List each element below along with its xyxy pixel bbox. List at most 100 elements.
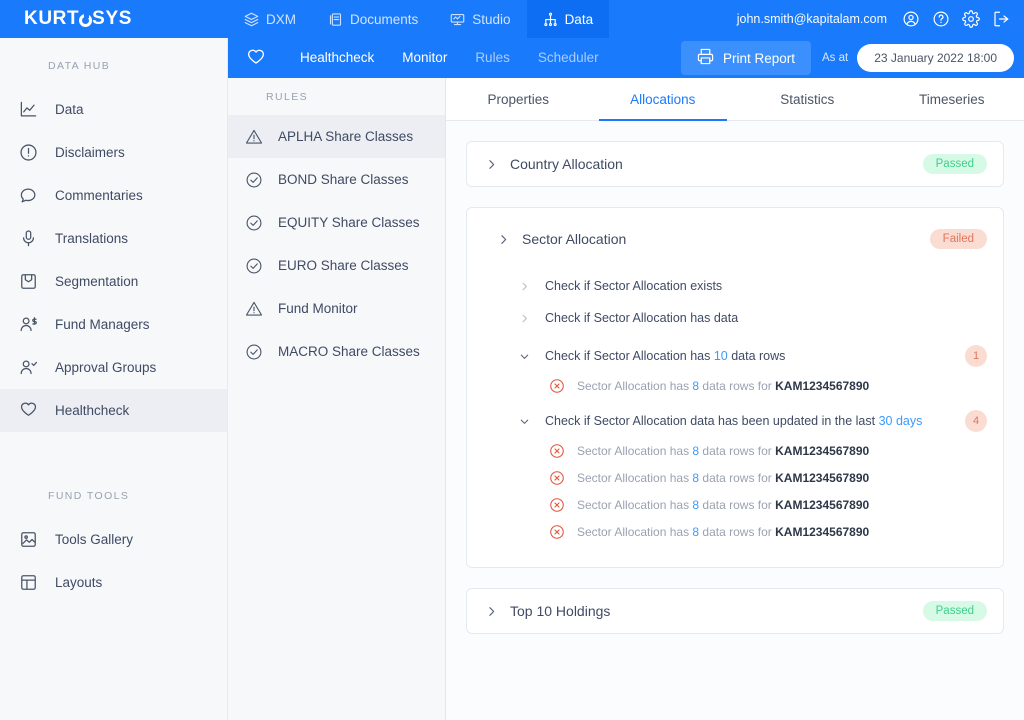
tab-statistics[interactable]: Statistics [735,78,880,120]
topnav-item-dxm[interactable]: DXM [228,0,312,38]
detail-mid: data rows for [699,497,776,512]
check-label-exists: Check if Sector Allocation exists [545,279,723,293]
sub-navigation-bar: Healthcheck Monitor Rules Scheduler Prin… [228,38,1024,78]
rule-item-fund-monitor[interactable]: Fund Monitor [228,287,445,330]
detail-prefix: Sector Allocation has [577,378,693,393]
tab-properties[interactable]: Properties [446,78,591,120]
sidebar-label-fund-managers: Fund Managers [55,317,150,332]
topnav-label-documents: Documents [350,11,419,27]
sidebar-divider [0,432,227,468]
detail-mid: data rows for [699,443,776,458]
sidebar-item-data[interactable]: Data [0,88,227,131]
sidebar-label-segmentation: Segmentation [55,274,139,289]
settings-icon[interactable] [961,9,981,29]
check-count-badge-updated-last: 4 [965,410,987,432]
detail-text: Sector Allocation has 8 data rows for KA… [577,498,869,512]
chevron-right-icon [517,313,531,324]
info-circle-icon [17,142,39,164]
check-label-data-rows-suffix: data rows [727,349,786,363]
sector-allocation-header[interactable]: Sector Allocation Failed [467,208,1003,270]
rule-item-euro-share-classes[interactable]: EURO Share Classes [228,244,445,287]
inbox-icon [17,271,39,293]
country-allocation-card: Country Allocation Passed [466,141,1004,187]
sidebar-item-commentaries[interactable]: Commentaries [0,174,227,217]
check-row-exists[interactable]: Check if Sector Allocation exists [483,270,987,302]
check-label-updated-number: 30 days [878,414,923,428]
top-holdings-title: Top 10 Holdings [510,603,611,619]
topnav-item-data[interactable]: Data [526,0,610,38]
subnav-item-healthcheck[interactable]: Healthcheck [286,38,388,78]
sidebar-item-healthcheck[interactable]: Healthcheck [0,389,227,432]
comment-icon [17,185,39,207]
country-allocation-header[interactable]: Country Allocation Passed [467,142,1003,186]
logo-ring-icon [79,12,93,27]
sidebar-item-disclaimers[interactable]: Disclaimers [0,131,227,174]
topnav-label-studio: Studio [472,11,511,27]
sidebar-label-layouts: Layouts [55,575,103,590]
account-icon[interactable] [901,9,921,29]
rule-label-macro-share-classes: MACRO Share Classes [278,344,420,359]
detail-prefix: Sector Allocation has [577,497,693,512]
error-circle-icon [549,378,565,394]
rule-item-aplha-share-classes[interactable]: APLHA Share Classes [228,115,445,158]
kurtosys-logo[interactable]: KURT SYS [0,8,228,30]
top-holdings-card: Top 10 Holdings Passed [466,588,1004,634]
help-icon[interactable] [931,9,951,29]
detail-text: Sector Allocation has 8 data rows for KA… [577,379,869,393]
tab-allocations[interactable]: Allocations [591,78,736,121]
rule-item-equity-share-classes[interactable]: EQUITY Share Classes [228,201,445,244]
user-email: john.smith@kapitalam.com [736,12,887,26]
check-row-data-rows[interactable]: Check if Sector Allocation has 10 data r… [483,340,987,372]
detail-reference: KAM1234567890 [775,378,870,393]
print-report-button[interactable]: Print Report [680,41,812,75]
rule-item-macro-share-classes[interactable]: MACRO Share Classes [228,330,445,373]
sidebar-label-approval-groups: Approval Groups [55,360,157,375]
main-content: Properties Allocations Statistics Timese… [446,78,1024,720]
topnav-item-documents[interactable]: Documents [312,0,434,38]
sidebar-item-layouts[interactable]: Layouts [0,561,227,604]
chevron-right-icon [483,158,499,171]
detail-row: Sector Allocation has 8 data rows for KA… [483,372,987,399]
detail-mid: data rows for [699,524,776,539]
sidebar-label-data: Data [55,102,84,117]
check-row-updated-last[interactable]: Check if Sector Allocation data has been… [483,405,987,437]
check-label-has-data: Check if Sector Allocation has data [545,311,739,325]
sub-navigation-right: Print Report As at 23 January 2022 18:00 [680,41,1024,75]
detail-prefix: Sector Allocation has [577,524,693,539]
sidebar-item-translations[interactable]: Translations [0,217,227,260]
heart-icon[interactable] [246,48,266,68]
sidebar-item-segmentation[interactable]: Segmentation [0,260,227,303]
sector-allocation-status-badge: Failed [929,229,987,249]
rule-label-bond-share-classes: BOND Share Classes [278,172,409,187]
sidebar-item-fund-managers[interactable]: Fund Managers [0,303,227,346]
detail-row: Sector Allocation has 8 data rows for KA… [483,437,987,464]
chevron-down-icon [517,351,531,362]
detail-reference: KAM1234567890 [775,524,870,539]
data-icon [543,12,558,27]
subnav-item-scheduler[interactable]: Scheduler [524,38,613,78]
rule-item-bond-share-classes[interactable]: BOND Share Classes [228,158,445,201]
top-holdings-header[interactable]: Top 10 Holdings Passed [467,589,1003,633]
top-bar-right: john.smith@kapitalam.com [737,9,1024,29]
tab-timeseries[interactable]: Timeseries [880,78,1024,120]
check-row-has-data[interactable]: Check if Sector Allocation has data [483,302,987,334]
topnav-item-studio[interactable]: Studio [434,0,526,38]
check-label-updated-last: Check if Sector Allocation data has been… [545,414,922,428]
sidebar-item-approval-groups[interactable]: Approval Groups [0,346,227,389]
as-at-date-picker[interactable]: 23 January 2022 18:00 [857,44,1014,72]
detail-row: Sector Allocation has 8 data rows for KA… [483,518,987,545]
detail-reference: KAM1234567890 [775,470,870,485]
rule-label-equity-share-classes: EQUITY Share Classes [278,215,420,230]
subnav-item-monitor[interactable]: Monitor [388,38,461,78]
subnav-item-rules[interactable]: Rules [461,38,524,78]
sidebar-item-tools-gallery[interactable]: Tools Gallery [0,518,227,561]
logout-icon[interactable] [991,9,1011,29]
layout-icon [17,572,39,594]
app-root: KURT SYS DXM Documents Studio Data john.… [0,0,1024,720]
top-bar: KURT SYS DXM Documents Studio Data john.… [0,0,1024,38]
layers-icon [244,12,259,27]
detail-prefix: Sector Allocation has [577,443,693,458]
country-allocation-title: Country Allocation [510,156,623,172]
sector-allocation-checks: Check if Sector Allocation exists Check … [467,270,1003,567]
microphone-icon [17,228,39,250]
